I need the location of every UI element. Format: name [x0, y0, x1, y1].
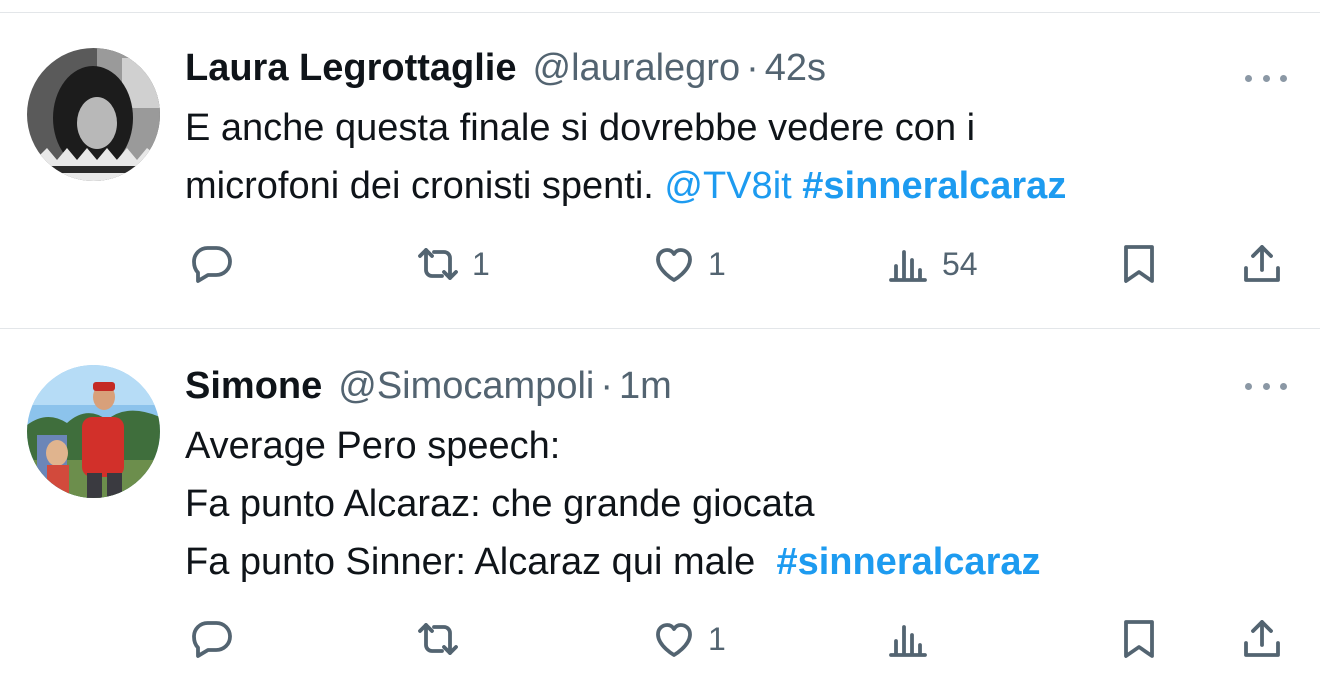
- tweet-text-line: microfoni dei cronisti spenti. @TV8it #s…: [185, 157, 1295, 215]
- avatar-photo: [27, 365, 160, 498]
- tweet-text-segment: microfoni dei cronisti spenti.: [185, 165, 665, 207]
- tweet[interactable]: Laura Legrottaglie @lauralegro · 42s E a…: [0, 13, 1320, 328]
- share-icon: [1244, 620, 1280, 657]
- retweet-button[interactable]: 1: [414, 240, 490, 288]
- tweet-text-segment: E anche questa finale si dovrebbe vedere…: [185, 107, 976, 149]
- tweet-text: Average Pero speech: Fa punto Alcaraz: c…: [185, 417, 1295, 591]
- tweet-header: Laura Legrottaglie @lauralegro · 42s: [185, 43, 826, 93]
- retweet-icon: [418, 623, 458, 655]
- tweet-text-segment: Average Pero speech:: [185, 425, 561, 467]
- tweet-text-line: E anche questa finale si dovrebbe vedere…: [185, 99, 1295, 157]
- avatar-photo: [27, 48, 160, 181]
- share-icon: [1244, 245, 1280, 282]
- more-icon[interactable]: [1245, 376, 1287, 396]
- retweet-count: 1: [472, 246, 490, 282]
- display-name[interactable]: Simone: [185, 361, 322, 411]
- views-button[interactable]: [884, 615, 942, 663]
- tweet-text-segment: [792, 165, 803, 207]
- views-count: 54: [942, 246, 978, 282]
- bookmark-button[interactable]: [1115, 615, 1163, 663]
- more-icon[interactable]: [1245, 68, 1287, 88]
- like-button[interactable]: 1: [650, 240, 726, 288]
- tweet[interactable]: Simone @Simocampoli · 1m Average Pero sp…: [0, 329, 1320, 700]
- like-button[interactable]: 1: [650, 615, 726, 663]
- share-button[interactable]: [1238, 240, 1286, 288]
- separator-dot: ·: [746, 47, 759, 89]
- tweet-text-line: Fa punto Alcaraz: che grande giocata: [185, 475, 1295, 533]
- reply-button[interactable]: [188, 240, 246, 288]
- reply-icon: [192, 621, 232, 658]
- tweet-text-line: Fa punto Sinner: Alcaraz qui male #sinne…: [185, 533, 1295, 591]
- separator-dot: ·: [600, 365, 613, 407]
- tweet-text-line: Average Pero speech:: [185, 417, 1295, 475]
- heart-icon: [656, 623, 692, 657]
- views-button[interactable]: 54: [884, 240, 978, 288]
- retweet-button[interactable]: [414, 615, 472, 663]
- user-handle[interactable]: @lauralegro: [533, 43, 741, 93]
- avatar[interactable]: [27, 48, 160, 181]
- retweet-icon: [418, 248, 458, 280]
- views-chart-icon: [889, 250, 927, 282]
- tweet-header: Simone @Simocampoli · 1m: [185, 361, 672, 411]
- user-handle[interactable]: @Simocampoli: [338, 361, 594, 411]
- heart-icon: [656, 248, 692, 282]
- reply-icon: [192, 246, 232, 283]
- share-button[interactable]: [1238, 615, 1286, 663]
- timestamp[interactable]: 42s: [765, 43, 826, 93]
- like-count: 1: [708, 246, 726, 282]
- timestamp[interactable]: 1m: [619, 361, 672, 411]
- views-chart-icon: [889, 625, 927, 657]
- avatar[interactable]: [27, 365, 160, 498]
- bookmark-button[interactable]: [1115, 240, 1163, 288]
- tweet-text-segment: Fa punto Sinner: Alcaraz qui male: [185, 541, 777, 583]
- reply-button[interactable]: [188, 615, 246, 663]
- mention-link[interactable]: @TV8it: [664, 165, 791, 207]
- hashtag-link[interactable]: #sinneralcaraz: [802, 165, 1066, 207]
- tweet-text: E anche questa finale si dovrebbe vedere…: [185, 99, 1295, 215]
- bookmark-icon: [1124, 620, 1154, 658]
- bookmark-icon: [1124, 245, 1154, 283]
- hashtag-link[interactable]: #sinneralcaraz: [776, 541, 1040, 583]
- like-count: 1: [708, 621, 726, 657]
- tweet-text-segment: Fa punto Alcaraz: che grande giocata: [185, 483, 815, 525]
- display-name[interactable]: Laura Legrottaglie: [185, 43, 517, 93]
